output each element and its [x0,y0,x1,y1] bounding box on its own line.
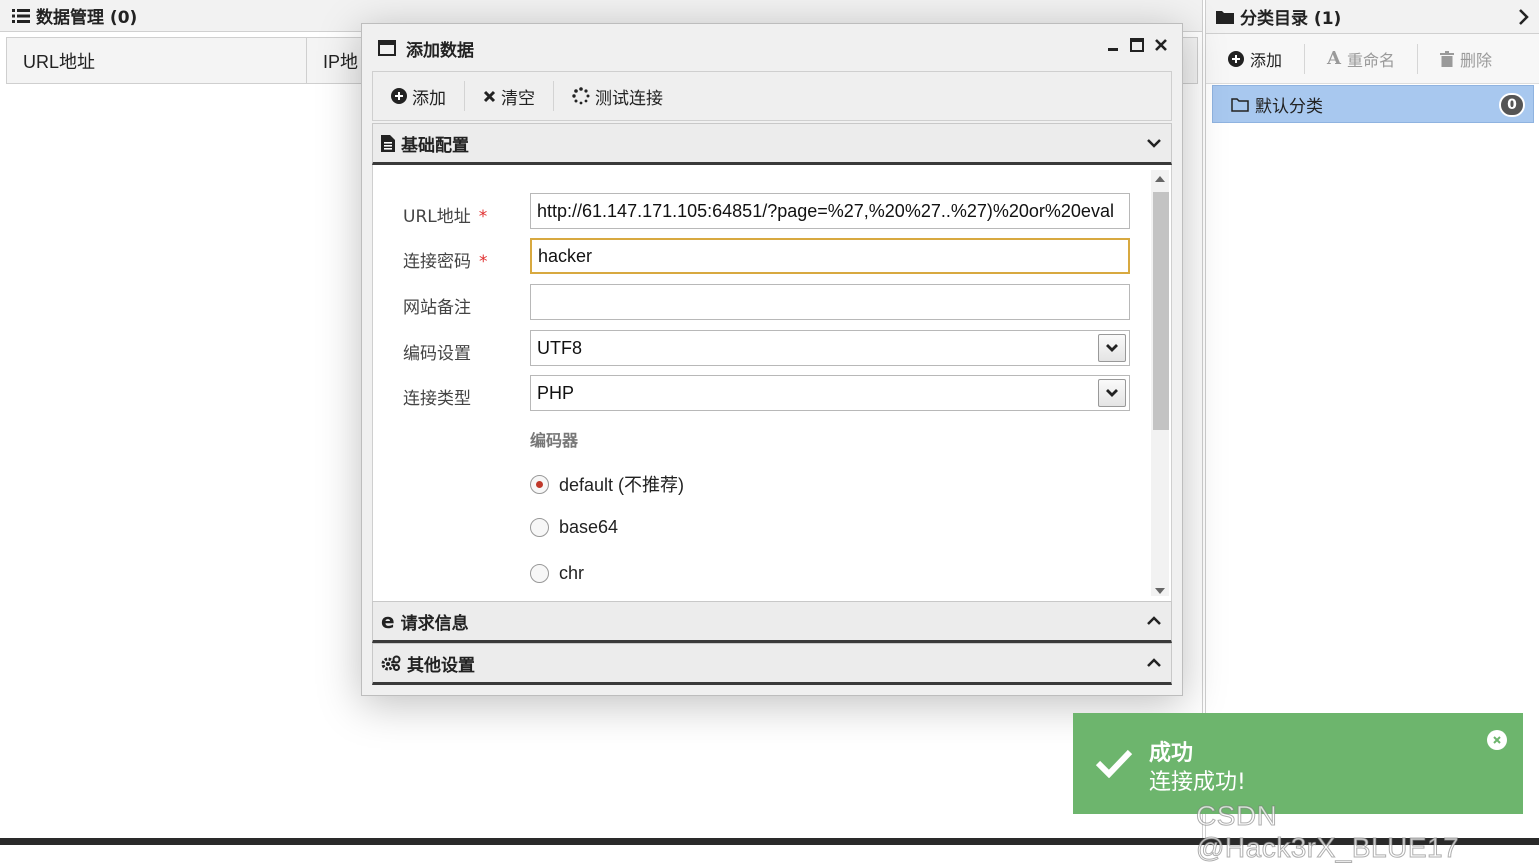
chevron-right-icon[interactable] [1517,8,1529,26]
encoding-value: UTF8 [537,338,582,359]
url-label: URL地址 * [403,202,487,227]
success-toast: 成功 连接成功! [1073,713,1523,814]
encoding-label: 编码设置 [403,339,471,364]
required-mark: * [479,252,488,272]
test-connection-button[interactable]: 测试连接 [572,81,681,111]
trash-icon [1440,51,1454,67]
window-icon [378,40,396,56]
encoder-option-base64[interactable]: base64 [530,517,618,538]
password-label-text: 连接密码 [403,252,471,272]
type-select[interactable]: PHP [530,375,1130,411]
section-basic-config[interactable]: 基础配置 [372,123,1172,165]
category-delete-label: 删除 [1460,47,1492,71]
dialog-add-button[interactable]: 添加 [391,81,465,111]
category-add-button[interactable]: 添加 [1228,44,1305,74]
toast-message: 连接成功! [1149,764,1246,796]
category-title: 分类目录 (1) [1240,4,1341,29]
data-management-title: 数据管理 (0) [36,3,137,28]
scroll-up-arrow[interactable] [1155,176,1165,182]
chevron-up-icon [1147,656,1161,670]
encoder-label: 编码器 [530,427,578,451]
category-header: 分类目录 (1) [1206,0,1539,34]
category-rename-label: 重命名 [1347,47,1395,71]
font-icon: A [1327,48,1341,69]
scroll-down-arrow[interactable] [1155,588,1165,594]
encoder-base64-label: base64 [559,517,618,538]
minimize-icon[interactable] [1106,38,1120,52]
scroll-thumb[interactable] [1153,192,1169,430]
type-dropdown-button[interactable] [1098,379,1126,407]
section-basic-label: 基础配置 [401,131,469,156]
password-input[interactable]: hacker [530,238,1130,274]
file-text-icon [381,135,395,152]
required-mark: * [479,207,488,227]
encoder-option-default[interactable]: default (不推荐) [530,471,684,497]
url-input[interactable]: http://61.147.171.105:64851/?page=%27,%2… [530,193,1130,229]
basic-config-form: URL地址 * http://61.147.171.105:64851/?page… [372,165,1172,601]
encoding-dropdown-button[interactable] [1098,334,1126,362]
edge-icon: e [381,609,395,633]
chevron-down-icon [1147,136,1161,150]
encoder-option-chr[interactable]: chr [530,563,584,584]
maximize-icon[interactable] [1130,38,1144,52]
chevron-down-icon [1105,388,1119,398]
cogs-icon [381,655,401,671]
spinner-icon [572,87,590,105]
toast-close-icon[interactable] [1487,730,1507,750]
encoding-row: 编码设置 UTF8 [373,330,1153,368]
encoder-default-label: default (不推荐) [559,471,684,497]
dialog-titlebar[interactable]: 添加数据 [362,24,1182,72]
check-icon [1095,748,1133,778]
plus-circle-icon [391,88,407,104]
toast-title: 成功 [1149,735,1193,767]
test-connection-label: 测试连接 [595,84,663,109]
column-url[interactable]: URL地址 [7,38,307,83]
category-item-label: 默认分类 [1255,92,1323,117]
watermark: CSDN @Hack3rX_BLUE17 [1196,800,1539,864]
chevron-down-icon [1105,343,1119,353]
category-rename-button[interactable]: A 重命名 [1327,44,1418,74]
dialog-title: 添加数据 [406,36,474,61]
dialog-add-label: 添加 [412,84,446,109]
add-data-dialog: 添加数据 添加 清空 测试连接 [361,23,1183,696]
category-add-label: 添加 [1250,47,1282,71]
category-item-default[interactable]: 默认分类 0 [1212,85,1534,123]
type-value: PHP [537,383,574,404]
dialog-toolbar: 添加 清空 测试连接 [372,71,1172,121]
category-delete-button[interactable]: 删除 [1440,44,1514,74]
radio-base64[interactable] [530,518,549,537]
radio-default[interactable] [530,475,549,494]
note-row: 网站备注 [373,284,1153,322]
form-scrollbar[interactable] [1151,170,1169,596]
category-toolbar: 添加 A 重命名 删除 [1206,34,1539,84]
note-input[interactable] [530,284,1130,320]
password-label: 连接密码 * [403,247,488,272]
chevron-up-icon [1147,614,1161,628]
section-other-label: 其他设置 [407,651,475,676]
list-icon [12,8,30,24]
url-label-text: URL地址 [403,207,471,227]
url-row: URL地址 * http://61.147.171.105:64851/?page… [373,193,1153,231]
type-label: 连接类型 [403,384,471,409]
category-count-badge: 0 [1499,93,1525,117]
folder-open-icon [1231,97,1249,112]
encoder-chr-label: chr [559,563,584,584]
plus-circle-icon [1228,51,1244,67]
close-icon[interactable] [1154,38,1168,52]
dialog-clear-button[interactable]: 清空 [483,81,554,111]
section-request-info[interactable]: e 请求信息 [372,601,1172,643]
times-icon [483,90,496,103]
password-row: 连接密码 * hacker [373,238,1153,276]
note-label: 网站备注 [403,293,471,318]
section-request-label: 请求信息 [401,609,469,634]
dialog-clear-label: 清空 [501,84,535,109]
radio-chr[interactable] [530,564,549,583]
folder-icon [1216,9,1234,24]
encoding-select[interactable]: UTF8 [530,330,1130,366]
section-other-settings[interactable]: 其他设置 [372,643,1172,685]
type-row: 连接类型 PHP [373,375,1153,413]
